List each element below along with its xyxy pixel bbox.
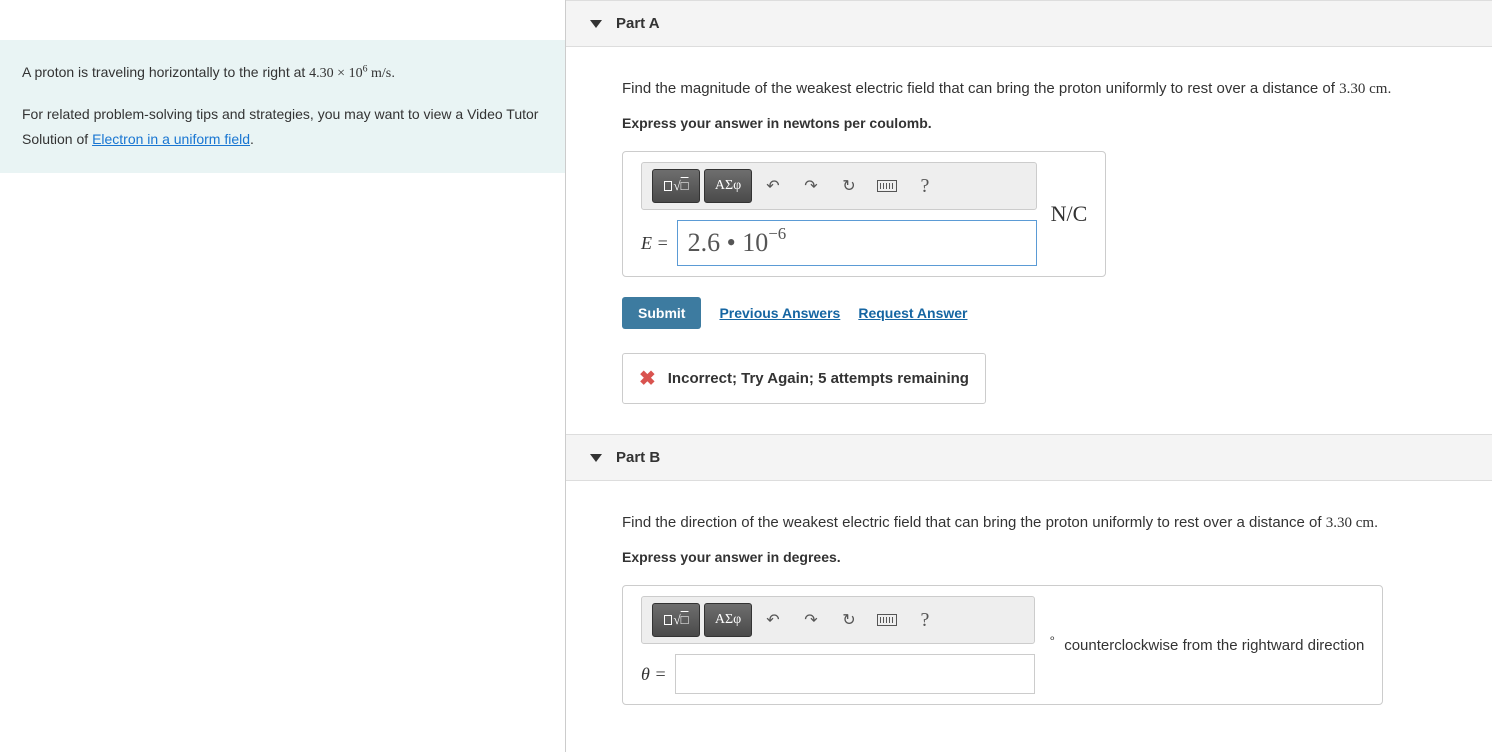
- problem-statement: A proton is traveling horizontally to th…: [0, 40, 565, 173]
- tip-after: .: [250, 131, 254, 147]
- equation-toolbar-b: √□ ΑΣφ ↶ ↷ ↻ ?: [641, 596, 1035, 644]
- answer-input-b[interactable]: [675, 654, 1035, 694]
- part-a-instruction: Express your answer in newtons per coulo…: [622, 115, 1492, 131]
- incorrect-icon: ✖: [639, 366, 656, 391]
- part-b-question: Find the direction of the weakest electr…: [622, 511, 1492, 535]
- feedback-text: Incorrect; Try Again; 5 attempts remaini…: [668, 370, 969, 387]
- feedback-box: ✖ Incorrect; Try Again; 5 attempts remai…: [622, 353, 986, 404]
- answer-value: 2.6 • 10−6: [688, 228, 787, 258]
- submit-button[interactable]: Submit: [622, 297, 701, 329]
- help-button[interactable]: ?: [908, 603, 942, 637]
- part-b-body: Find the direction of the weakest electr…: [566, 481, 1492, 735]
- part-a-title: Part A: [616, 15, 660, 32]
- unit-trail: ∘ counterclockwise from the rightward di…: [1049, 637, 1365, 654]
- equation-label: E =: [641, 233, 669, 254]
- keyboard-button[interactable]: [870, 169, 904, 203]
- caret-down-icon: [590, 20, 602, 28]
- previous-answers-link[interactable]: Previous Answers: [719, 305, 840, 321]
- video-tutor-link[interactable]: Electron in a uniform field: [92, 131, 250, 147]
- part-b-answer-box: √□ ΑΣφ ↶ ↷ ↻ ? θ =: [622, 585, 1383, 705]
- equation-label: θ =: [641, 664, 667, 685]
- keyboard-button[interactable]: [870, 603, 904, 637]
- problem-text-after: .: [391, 64, 395, 80]
- part-a-body: Find the magnitude of the weakest electr…: [566, 47, 1492, 434]
- caret-down-icon: [590, 454, 602, 462]
- request-answer-link[interactable]: Request Answer: [858, 305, 967, 321]
- unit-label: N/C: [1051, 201, 1088, 227]
- part-a-header[interactable]: Part A: [566, 0, 1492, 47]
- part-b-instruction: Express your answer in degrees.: [622, 549, 1492, 565]
- keyboard-icon: [877, 614, 897, 626]
- redo-button[interactable]: ↷: [794, 169, 828, 203]
- template-button[interactable]: √□: [652, 169, 700, 203]
- template-button[interactable]: √□: [652, 603, 700, 637]
- part-b-title: Part B: [616, 449, 660, 466]
- part-b-header[interactable]: Part B: [566, 434, 1492, 481]
- help-button[interactable]: ?: [908, 169, 942, 203]
- reset-button[interactable]: ↻: [832, 169, 866, 203]
- problem-value: 4.30 × 106 m/s: [309, 66, 391, 81]
- part-a-question: Find the magnitude of the weakest electr…: [622, 77, 1492, 101]
- redo-button[interactable]: ↷: [794, 603, 828, 637]
- problem-text: A proton is traveling horizontally to th…: [22, 64, 309, 80]
- undo-button[interactable]: ↶: [756, 603, 790, 637]
- undo-button[interactable]: ↶: [756, 169, 790, 203]
- part-a-answer-box: √□ ΑΣφ ↶ ↷ ↻ ? E = 2.6 • 10−6: [622, 151, 1106, 277]
- answer-input[interactable]: 2.6 • 10−6: [677, 220, 1037, 266]
- symbols-button[interactable]: ΑΣφ: [704, 169, 752, 203]
- symbols-button[interactable]: ΑΣφ: [704, 603, 752, 637]
- keyboard-icon: [877, 180, 897, 192]
- reset-button[interactable]: ↻: [832, 603, 866, 637]
- equation-toolbar: √□ ΑΣφ ↶ ↷ ↻ ?: [641, 162, 1037, 210]
